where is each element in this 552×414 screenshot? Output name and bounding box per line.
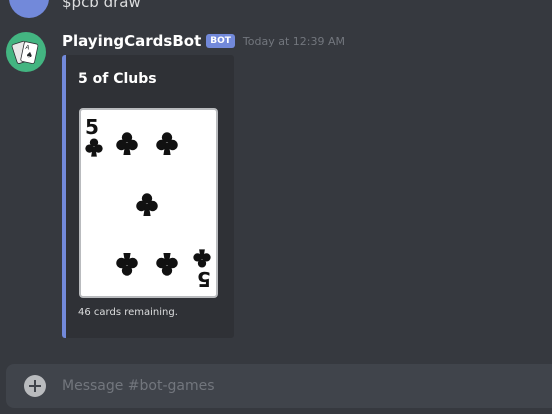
- card-image[interactable]: 5 5: [79, 108, 218, 298]
- card-rank-top: 5: [85, 115, 99, 139]
- club-pip-icon: [116, 132, 138, 155]
- plus-icon: [29, 380, 41, 392]
- previous-message-text: $pcb draw: [62, 0, 141, 11]
- card-suit-bottom-icon: [193, 249, 211, 268]
- bot-badge: BOT: [206, 34, 235, 48]
- card-rank-bottom: 5: [197, 267, 211, 291]
- previous-message-avatar[interactable]: [9, 0, 49, 18]
- message-composer: [6, 364, 552, 408]
- club-pip-icon: [156, 253, 178, 276]
- message-header: PlayingCardsBot BOT Today at 12:39 AM: [62, 31, 345, 51]
- club-pip-icon: [116, 253, 138, 276]
- club-pip-icon: [156, 132, 178, 155]
- bot-avatar[interactable]: A ♠: [6, 32, 46, 72]
- embed-footer: 46 cards remaining.: [78, 307, 178, 318]
- five-of-clubs-card-face: 5 5: [85, 115, 211, 291]
- message-input[interactable]: [62, 364, 552, 408]
- embed-title: 5 of Clubs: [78, 71, 157, 87]
- message-timestamp: Today at 12:39 AM: [242, 34, 345, 48]
- username[interactable]: PlayingCardsBot: [62, 32, 201, 50]
- message-embed: 5 of Clubs 5 5 46 cards remaining.: [62, 55, 234, 338]
- add-attachment-button[interactable]: [24, 375, 46, 397]
- chat-view: $pcb draw A ♠ PlayingCardsBot BOT Today …: [0, 0, 552, 414]
- club-pip-icon: [136, 193, 158, 216]
- card-suit-top-icon: [85, 138, 103, 157]
- playing-cards-icon: A ♠: [11, 40, 39, 64]
